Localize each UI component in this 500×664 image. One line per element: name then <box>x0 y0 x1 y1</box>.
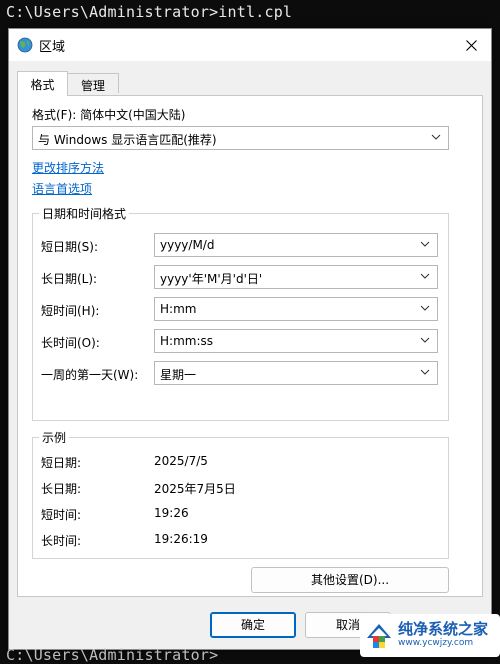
short-date-label: 短日期(S): <box>41 240 99 254</box>
chevron-down-icon <box>420 273 430 279</box>
chevron-down-icon <box>431 134 441 140</box>
datetime-group-title: 日期和时间格式 <box>39 205 130 222</box>
change-sort-link[interactable]: 更改排序方法 <box>32 159 104 176</box>
example-short-time-label: 短时间: <box>41 508 82 522</box>
long-time-label: 长时间(O): <box>41 336 100 350</box>
long-date-dropdown[interactable]: yyyy'年'M'月'd'日' <box>154 265 438 289</box>
short-date-dropdown[interactable]: yyyy/M/d <box>154 233 438 257</box>
format-label: 格式(F): 简体中文(中国大陆) <box>32 108 186 122</box>
datetime-format-group: 日期和时间格式 短日期(S): yyyy/M/d 长日期(L): yyyy'年'… <box>32 205 449 421</box>
dialog-title: 区域 <box>39 40 66 55</box>
region-dialog: 区域 格式 管理 格式(F): 简体中文(中国大陆) 与 Windows 显示语… <box>8 28 492 650</box>
example-long-time-value: 19:26:19 <box>154 532 208 546</box>
format-dropdown-value: 与 Windows 显示语言匹配(推荐) <box>38 133 217 147</box>
close-button[interactable] <box>451 29 491 61</box>
watermark-url: www.ycwjzy.com <box>398 638 474 648</box>
first-day-label: 一周的第一天(W): <box>41 368 139 382</box>
tab-administrative[interactable]: 管理 <box>67 73 119 93</box>
language-preferences-link[interactable]: 语言首选项 <box>32 180 92 197</box>
chevron-down-icon <box>420 241 430 247</box>
chevron-down-icon <box>420 337 430 343</box>
example-short-date-label: 短日期: <box>41 456 82 470</box>
format-dropdown[interactable]: 与 Windows 显示语言匹配(推荐) <box>32 126 449 150</box>
short-time-label: 短时间(H): <box>41 304 100 318</box>
example-long-date-value: 2025年7月5日 <box>154 482 236 496</box>
watermark-logo-icon <box>367 624 391 648</box>
console-prompt-line: C:\Users\Administrator> <box>6 646 219 664</box>
first-day-dropdown[interactable]: 星期一 <box>154 361 438 385</box>
formats-panel: 格式(F): 简体中文(中国大陆) 与 Windows 显示语言匹配(推荐) 更… <box>17 95 483 597</box>
watermark-badge: 纯净系统之家 www.ycwjzy.com <box>360 614 500 657</box>
example-short-date-value: 2025/7/5 <box>154 454 208 468</box>
first-day-value: 星期一 <box>160 368 197 382</box>
ok-button[interactable]: 确定 <box>210 612 296 638</box>
chevron-down-icon <box>420 369 430 375</box>
long-time-dropdown[interactable]: H:mm:ss <box>154 329 438 353</box>
short-time-dropdown[interactable]: H:mm <box>154 297 438 321</box>
watermark-text: 纯净系统之家 <box>398 620 489 638</box>
example-group-title: 示例 <box>39 429 70 446</box>
short-date-value: yyyy/M/d <box>160 238 215 252</box>
tab-formats[interactable]: 格式 <box>17 71 68 96</box>
example-long-time-label: 长时间: <box>41 534 82 548</box>
globe-icon <box>17 37 33 53</box>
long-time-value: H:mm:ss <box>160 334 213 348</box>
chevron-down-icon <box>420 305 430 311</box>
title-bar[interactable]: 区域 <box>9 29 491 61</box>
close-icon <box>465 39 477 51</box>
console-command-line: C:\Users\Administrator>intl.cpl <box>6 3 293 21</box>
short-time-value: H:mm <box>160 302 197 316</box>
example-short-time-value: 19:26 <box>154 506 189 520</box>
additional-settings-button[interactable]: 其他设置(D)... <box>251 567 449 593</box>
example-long-date-label: 长日期: <box>41 482 82 496</box>
long-date-label: 长日期(L): <box>41 272 98 286</box>
long-date-value: yyyy'年'M'月'd'日' <box>160 272 263 286</box>
example-group: 示例 短日期: 2025/7/5 长日期: 2025年7月5日 短时间: 19:… <box>32 429 449 559</box>
